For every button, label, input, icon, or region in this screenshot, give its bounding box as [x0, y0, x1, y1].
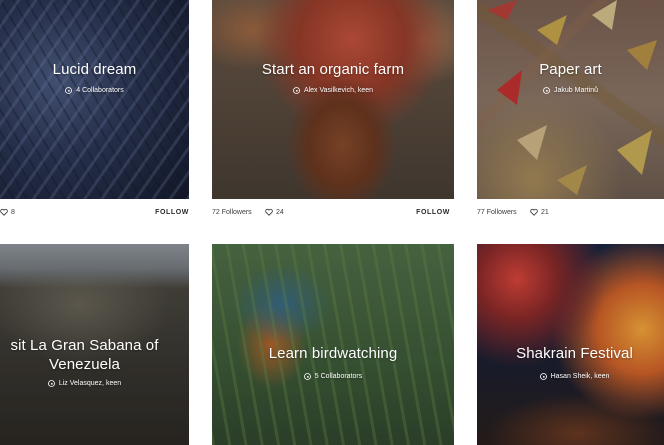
follow-button[interactable]: FOLLOW — [155, 203, 189, 223]
card-gran-sabana[interactable]: sit La Gran Sabana of Venezuela Liz Vela… — [0, 244, 189, 445]
card-footer: 8 FOLLOW — [0, 203, 189, 223]
followers-count: 77 Followers — [477, 209, 517, 216]
card-footer: 77 Followers 21 — [477, 203, 664, 223]
card-birdwatching[interactable]: Learn birdwatching 5 Collaborators — [212, 244, 454, 445]
card-organic-farm[interactable]: Start an organic farm Alex Vasilkevich, … — [212, 0, 454, 199]
likes-count[interactable]: 8 — [0, 203, 15, 223]
heart-icon — [0, 209, 8, 216]
likes-count[interactable]: 21 — [530, 203, 549, 223]
card-title: Lucid dream — [52, 61, 137, 78]
followers-count: 72 Followers — [212, 209, 252, 216]
follow-button[interactable]: FOLLOW — [416, 203, 450, 223]
likes-count[interactable]: 24 — [265, 203, 284, 223]
globe-icon — [543, 86, 550, 94]
globe-icon — [293, 86, 300, 94]
card-author: Jakub Martinů — [477, 86, 664, 96]
card-shakrain-festival[interactable]: Shakrain Festival Hasan Sheik, keen — [477, 244, 664, 445]
globe-icon — [303, 372, 311, 380]
card-footer: 72 Followers 24 FOLLOW — [212, 203, 450, 223]
card-title: sit La Gran Sabana of Venezuela — [10, 337, 159, 373]
card-collaborators: 4 Collaborators — [0, 86, 189, 96]
card-title: Start an organic farm — [261, 61, 405, 78]
card-lucid-dream[interactable]: Lucid dream 4 Collaborators — [0, 0, 189, 199]
card-author: Hasan Sheik, keen — [485, 372, 664, 382]
card-author: Alex Vasilkevich, keen — [212, 86, 454, 96]
heart-icon — [265, 209, 273, 216]
card-title: Learn birdwatching — [268, 345, 398, 362]
card-title: Shakrain Festival — [516, 345, 633, 362]
card-title: Paper art — [539, 61, 602, 78]
card-paper-art[interactable]: Paper art Jakub Martinů — [477, 0, 664, 199]
card-collaborators: 5 Collaborators — [212, 372, 454, 382]
globe-icon — [539, 372, 547, 380]
globe-icon — [47, 379, 55, 387]
heart-icon — [530, 209, 538, 216]
card-author: Liz Velasquez, keen — [0, 379, 189, 389]
globe-icon — [65, 86, 73, 94]
